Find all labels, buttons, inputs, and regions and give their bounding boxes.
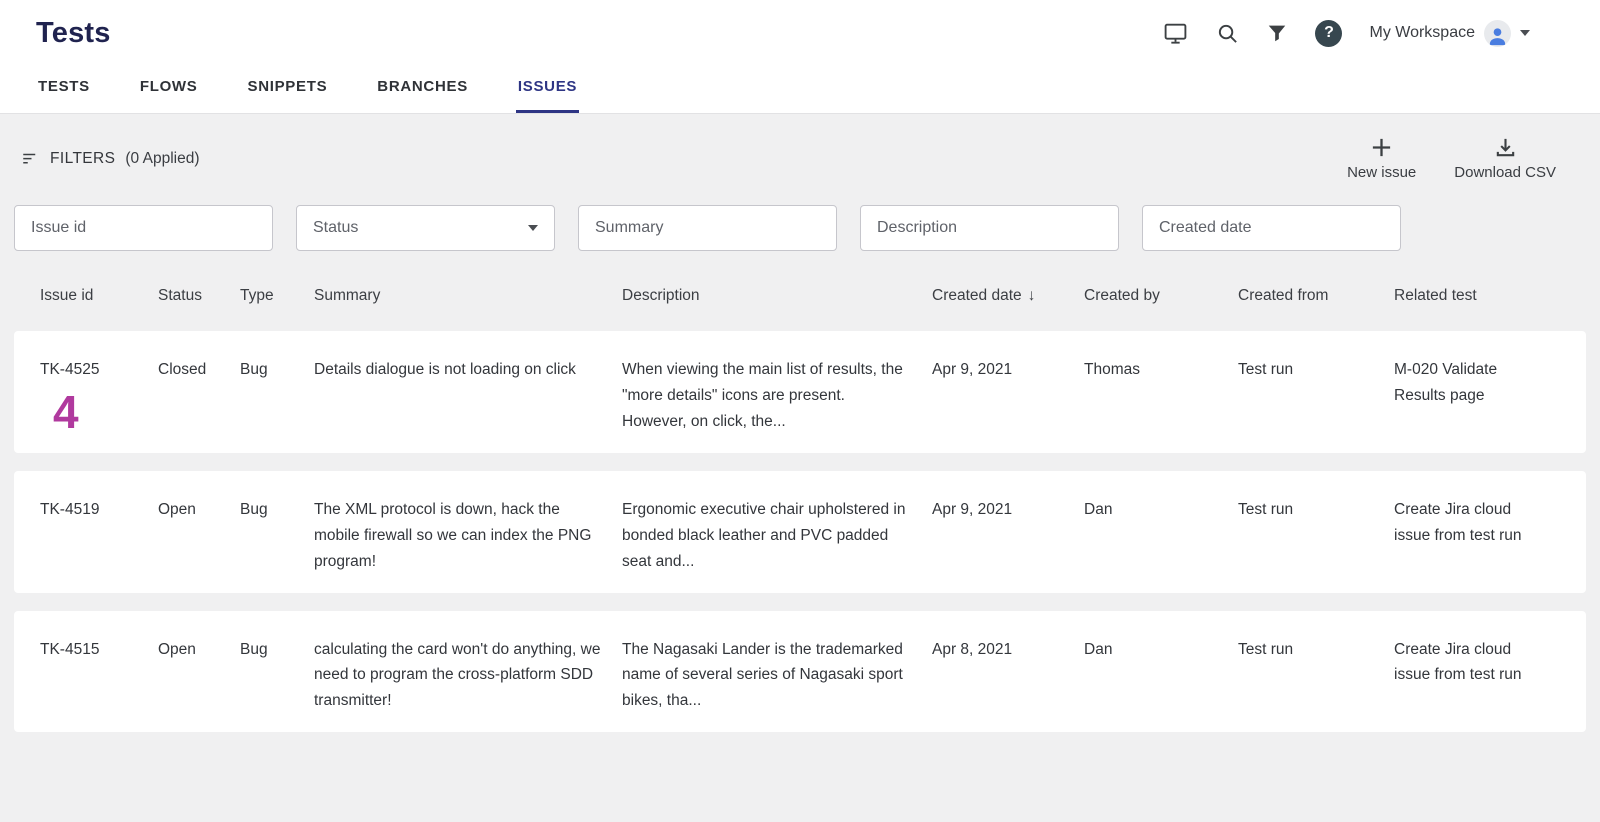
table-row[interactable]: TK-4519 Open Bug The XML protocol is dow…: [14, 471, 1586, 593]
filter-lines-icon: [20, 150, 40, 168]
column-header-summary[interactable]: Summary: [314, 287, 622, 305]
sort-descending-icon: ↓: [1028, 287, 1036, 304]
table-header: Issue id Status Type Summary Description…: [14, 261, 1586, 331]
created-by-cell: Dan: [1084, 637, 1238, 663]
issue-id-cell: TK-4525 4: [40, 357, 158, 435]
created-date-header-label: Created date: [932, 287, 1022, 304]
column-header-issue-id[interactable]: Issue id: [40, 287, 158, 305]
download-csv-button[interactable]: Download CSV: [1454, 136, 1556, 181]
issue-id-input[interactable]: [31, 219, 256, 237]
tab-tests[interactable]: TESTS: [36, 58, 92, 113]
select-chevron-icon: [528, 225, 538, 231]
created-by-cell: Thomas: [1084, 357, 1238, 383]
download-csv-label: Download CSV: [1454, 164, 1556, 181]
created-date-filter: [1142, 205, 1401, 251]
related-test-cell: M-020 Validate Results page: [1394, 357, 1560, 409]
issue-id-cell: TK-4519: [40, 497, 158, 523]
created-by-cell: Dan: [1084, 497, 1238, 523]
table-row[interactable]: TK-4515 Open Bug calculating the card wo…: [14, 611, 1586, 733]
created-from-cell: Test run: [1238, 357, 1394, 383]
status-filter-select[interactable]: Status: [296, 205, 555, 251]
tab-branches[interactable]: BRANCHES: [375, 58, 470, 113]
tab-snippets[interactable]: SNIPPETS: [246, 58, 330, 113]
filters-bar: FILTERS (0 Applied) New issue: [14, 114, 1586, 191]
plus-icon: [1370, 136, 1393, 159]
issue-id-filter: [14, 205, 273, 251]
created-date-cell: Apr 8, 2021: [932, 637, 1084, 663]
created-date-input[interactable]: [1159, 219, 1384, 237]
issue-id-value: TK-4525: [40, 357, 138, 383]
new-issue-button[interactable]: New issue: [1347, 136, 1416, 181]
filter-inputs-row: Status: [14, 205, 1586, 251]
tab-flows[interactable]: FLOWS: [138, 58, 200, 113]
filter-funnel-icon[interactable]: [1266, 22, 1288, 44]
description-cell: The Nagasaki Lander is the trademarked n…: [622, 637, 932, 715]
description-filter: [860, 205, 1119, 251]
avatar: [1484, 20, 1511, 47]
download-icon: [1494, 136, 1517, 159]
created-date-cell: Apr 9, 2021: [932, 357, 1084, 383]
created-from-cell: Test run: [1238, 497, 1394, 523]
filters-label: FILTERS: [50, 150, 115, 168]
workspace-menu[interactable]: My Workspace: [1369, 20, 1530, 47]
column-header-status[interactable]: Status: [158, 287, 240, 305]
page: Tests ? My W: [0, 0, 1600, 822]
page-title: Tests: [36, 17, 111, 50]
issue-id-cell: TK-4515: [40, 637, 158, 663]
filters-applied-count: (0 Applied): [125, 150, 199, 168]
annotation-marker: 4: [53, 389, 138, 435]
chevron-down-icon: [1520, 30, 1530, 36]
type-cell: Bug: [240, 357, 314, 383]
related-test-cell: Create Jira cloud issue from test run: [1394, 637, 1560, 689]
column-header-created-from[interactable]: Created from: [1238, 287, 1394, 305]
column-header-created-date[interactable]: Created date ↓: [932, 287, 1084, 305]
topbar: Tests ? My W: [0, 0, 1600, 58]
monitor-icon[interactable]: [1162, 21, 1189, 46]
type-cell: Bug: [240, 637, 314, 663]
summary-input[interactable]: [595, 219, 820, 237]
help-icon[interactable]: ?: [1315, 20, 1342, 47]
topbar-actions: ? My Workspace: [1162, 20, 1530, 47]
new-issue-label: New issue: [1347, 164, 1416, 181]
status-cell: Open: [158, 637, 240, 663]
column-header-type[interactable]: Type: [240, 287, 314, 305]
description-cell: When viewing the main list of results, t…: [622, 357, 932, 435]
status-cell: Closed: [158, 357, 240, 383]
summary-filter: [578, 205, 837, 251]
workspace-label: My Workspace: [1369, 24, 1475, 42]
tab-bar: TESTS FLOWS SNIPPETS BRANCHES ISSUES: [0, 58, 1600, 114]
summary-cell: Details dialogue is not loading on click: [314, 357, 622, 383]
description-input[interactable]: [877, 219, 1102, 237]
filters-actions: New issue Download CSV: [1347, 136, 1556, 181]
tab-issues[interactable]: ISSUES: [516, 58, 579, 113]
related-test-cell: Create Jira cloud issue from test run: [1394, 497, 1560, 549]
status-cell: Open: [158, 497, 240, 523]
summary-cell: The XML protocol is down, hack the mobil…: [314, 497, 622, 575]
column-header-created-by[interactable]: Created by: [1084, 287, 1238, 305]
created-from-cell: Test run: [1238, 637, 1394, 663]
column-header-related-test[interactable]: Related test: [1394, 287, 1560, 305]
table-row[interactable]: TK-4525 4 Closed Bug Details dialogue is…: [14, 331, 1586, 453]
created-date-cell: Apr 9, 2021: [932, 497, 1084, 523]
search-icon[interactable]: [1216, 22, 1239, 45]
description-cell: Ergonomic executive chair upholstered in…: [622, 497, 932, 575]
type-cell: Bug: [240, 497, 314, 523]
status-select-value: Status: [313, 219, 358, 237]
summary-cell: calculating the card won't do anything, …: [314, 637, 622, 715]
issues-panel: FILTERS (0 Applied) New issue: [0, 114, 1600, 822]
filters-toggle[interactable]: FILTERS (0 Applied): [20, 150, 200, 168]
column-header-description[interactable]: Description: [622, 287, 932, 305]
